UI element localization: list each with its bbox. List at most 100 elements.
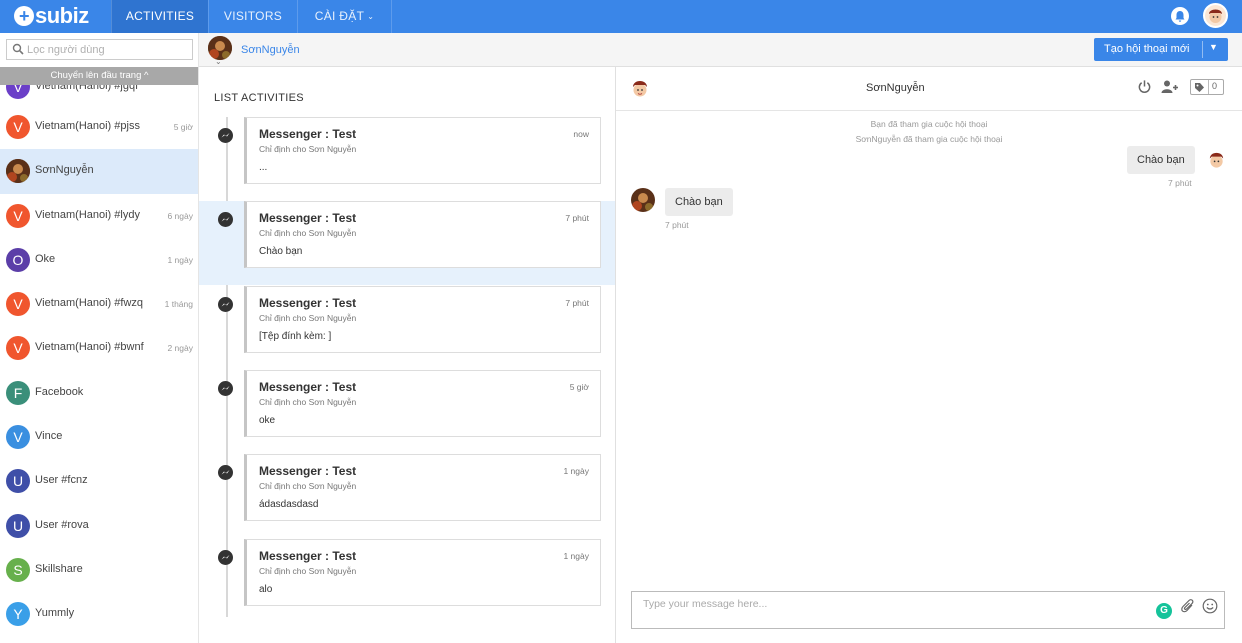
contact-name: Vietnam(Hanoi) #lydy [35,208,140,221]
contact-list: V Vietnam(Hanoi) #jgqf V Vietnam(Hanoi) #pj… [0,85,198,637]
scroll-to-top-button[interactable]: Chuyển lên đầu trang ^ [0,67,198,85]
tab-visitors-label: VISITORS [223,9,283,23]
contact-name: SơnNguyễn [35,164,94,177]
bell-icon[interactable] [1171,7,1189,25]
contact-item[interactable]: V Vietnam(Hanoi) #jgqf [0,85,198,105]
contact-item[interactable]: S Skillshare [0,548,198,592]
contact-name: Vietnam(Hanoi) #jgqf [35,85,139,92]
activity-row[interactable]: Messenger : Test Chỉ định cho Sơn Nguyễn á… [199,454,615,538]
activity-row[interactable]: Messenger : Test Chỉ định cho Sơn Nguyễn a… [199,538,615,623]
messenger-icon [218,212,233,228]
new-conversation-button[interactable]: Tạo hội thoại mới ▼ [1094,38,1228,61]
contact-avatar [6,159,30,184]
contact-name: Oke [35,252,56,265]
agent-avatar [633,81,647,97]
power-icon[interactable] [1137,79,1152,94]
activity-title: Messenger : Test [259,548,357,563]
messenger-icon [218,549,233,565]
activity-card[interactable]: Messenger : Test Chỉ định cho Sơn Nguyễn [… [244,285,601,353]
activity-subtitle: Chỉ định cho Sơn Nguyễn [259,396,357,407]
contact-name: Vietnam(Hanoi) #bwnf [35,341,144,354]
contact-avatar: V [6,115,30,139]
activity-title: Messenger : Test [259,464,357,479]
contact-item[interactable]: V Vietnam(Hanoi) #fwzq 1 tháng [0,282,198,326]
activity-subtitle: Chỉ định cho Sơn Nguyễn [259,144,357,154]
contact-item[interactable]: SơnNguyễn [0,149,198,194]
button-divider [1202,41,1203,58]
activity-subtitle: Chỉ định cho Sơn Nguyễn [259,565,357,576]
activity-body: ádasdasdasd [259,499,319,511]
chevron-down-icon: ⌄ [367,12,375,21]
chevron-down-icon[interactable]: ⌄ [215,57,222,66]
activity-card[interactable]: Messenger : Test Chỉ định cho Sơn Nguyễn o… [244,369,601,437]
contact-name: Skillshare [35,562,83,575]
message-bubble-outgoing: Chào bạn [1127,146,1195,174]
contact-avatar: S [6,557,30,582]
messenger-icon [218,465,233,481]
contact-time: 1 tháng [164,299,193,310]
contact-avatar: F [6,380,30,405]
grammarly-icon[interactable]: G [1156,603,1172,619]
contact-item[interactable]: F Facebook [0,371,198,415]
system-message: SơnNguyễn đã tham gia cuộc hội thoại [855,134,1003,144]
contact-item[interactable]: U User #fcnz [0,459,198,503]
chat-header: SơnNguyễn 0 [616,67,1242,111]
contact-item[interactable]: U User #rova [0,504,198,548]
activity-time: 1 ngày [563,550,589,561]
tab-activities-label: ACTIVITIES [125,9,195,23]
contact-avatar: U [6,469,30,494]
activity-time: 7 phút [565,213,589,224]
contact-time: 1 ngày [167,254,193,265]
contact-avatar: V [6,425,30,450]
message-time: 7 phút [665,220,689,230]
contact-time: 5 giờ [173,122,193,132]
activity-time: now [573,129,589,139]
contact-avatar: V [6,336,30,361]
contact-name: Facebook [35,385,84,398]
activity-time: 7 phút [565,297,589,308]
activity-card[interactable]: Messenger : Test Chỉ định cho Sơn Nguyễn á… [244,454,601,522]
subiz-logo[interactable]: + subiz [14,3,89,28]
logo-text: subiz [35,3,89,28]
activity-card[interactable]: Messenger : Test Chỉ định cho Sơn Nguyễn.… [244,117,601,184]
activities-title: LIST ACTIVITIES [214,92,304,104]
emoji-icon[interactable] [1202,598,1218,614]
contact-item[interactable]: O Oke 1 ngày [0,238,198,282]
activity-row[interactable]: Messenger : Test Chỉ định cho Sơn Nguyễn C… [199,201,615,286]
activity-row[interactable]: Messenger : Test Chỉ định cho Sơn Nguyễn o… [199,369,615,454]
user-avatar[interactable] [1203,3,1228,28]
activity-subtitle: Chỉ định cho Sơn Nguyễn [259,312,357,323]
messenger-icon [218,380,233,396]
contact-item[interactable]: V Vietnam(Hanoi) #pjss 5 giờ [0,105,198,149]
contact-name-link[interactable]: SơnNguyễn [241,44,300,56]
search-input[interactable] [27,41,187,58]
message-bubble-incoming: Chào bạn [665,188,733,216]
contact-item[interactable]: V Vietnam(Hanoi) #lydy 6 ngày [0,194,198,238]
activity-time: 5 giờ [569,381,589,392]
activity-body: oke [259,414,276,426]
search-box[interactable] [6,39,193,60]
contact-sidebar: Chuyển lên đầu trang ^ V Vietnam(Hanoi) #… [0,33,199,643]
logo-plus-icon: + [14,6,34,26]
contact-name: Vietnam(Hanoi) #fwzq [35,297,144,310]
message-input[interactable] [643,596,1043,612]
paperclip-icon[interactable] [1181,598,1195,614]
add-user-icon[interactable] [1161,79,1179,94]
activity-body: Chào bạn [259,246,303,258]
contact-item[interactable]: V Vince [0,415,198,459]
activity-card[interactable]: Messenger : Test Chỉ định cho Sơn Nguyễn C… [244,201,601,269]
activity-row[interactable]: Messenger : Test Chỉ định cho Sơn Nguyễn [… [199,285,615,370]
contact-avatar: V [6,85,30,99]
caret-down-icon[interactable]: ▼ [1209,42,1218,52]
tag-button[interactable]: 0 [1190,79,1224,95]
tab-visitors[interactable]: VISITORS [208,0,297,33]
tab-activities[interactable]: ACTIVITIES [111,0,208,33]
contact-avatar: O [6,247,30,272]
tag-count: 0 [1212,81,1218,91]
contact-item[interactable]: Y Yummly [0,592,198,636]
tab-settings[interactable]: CÀI ĐẶT ⌄ [297,0,392,33]
contact-item[interactable]: V Vietnam(Hanoi) #bwnf 2 ngày [0,326,198,370]
activity-card[interactable]: Messenger : Test Chỉ định cho Sơn Nguyễn a… [244,538,601,606]
activity-row[interactable]: Messenger : Test Chỉ định cho Sơn Nguyễn.… [199,117,615,201]
contact-name: User #fcnz [35,474,88,487]
